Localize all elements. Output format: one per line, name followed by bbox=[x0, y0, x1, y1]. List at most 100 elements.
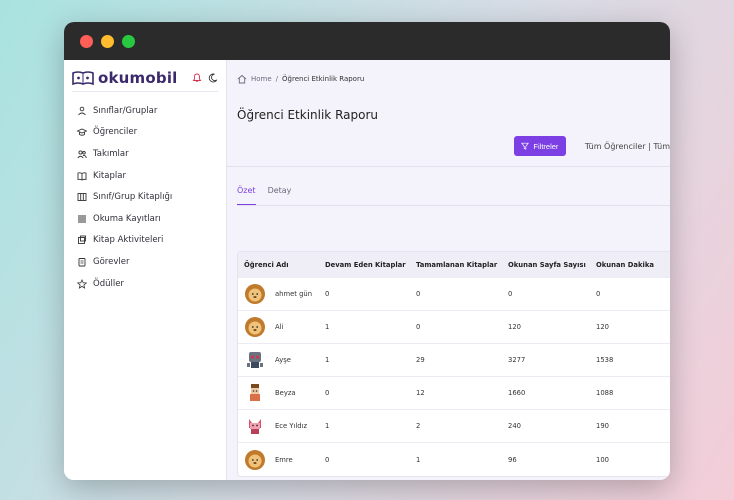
pages-read-value: 96 bbox=[508, 455, 517, 464]
ongoing-books-value: 1 bbox=[325, 422, 330, 430]
report-toolbar: Filtreler Tüm Öğrenciler | Tüm bbox=[237, 136, 670, 156]
tabs-underline bbox=[237, 205, 670, 206]
main-content: Home / Öğrenci Etkinlik Raporu Öğrenci E… bbox=[227, 60, 670, 480]
table-row[interactable]: Beyza 0 12 1660 1088 bbox=[238, 377, 670, 410]
filter-icon bbox=[521, 142, 530, 150]
ongoing-books-value: 0 bbox=[325, 290, 330, 298]
maximize-window-button[interactable] bbox=[122, 34, 135, 48]
graduation-cap-icon bbox=[77, 128, 87, 137]
app-window: okumobil Sınıflar/Gruplar Öğrenciler Tak… bbox=[64, 22, 670, 480]
completed-books-value: 1 bbox=[416, 455, 421, 464]
table-row[interactable]: Ayşe 1 29 3277 1538 bbox=[238, 344, 670, 377]
tab-summary[interactable]: Özet bbox=[237, 183, 256, 205]
pages-read-value: 1660 bbox=[508, 389, 526, 397]
breadcrumb-separator: / bbox=[275, 75, 279, 83]
report-tabs: Özet Detay bbox=[237, 183, 670, 205]
ongoing-books-value: 0 bbox=[325, 389, 330, 397]
student-name[interactable]: Ali bbox=[275, 323, 283, 331]
filter-scope-text: Tüm Öğrenciler | Tüm bbox=[584, 141, 670, 151]
completed-books-value: 12 bbox=[416, 389, 425, 397]
student-name[interactable]: ahmet gün bbox=[275, 290, 312, 298]
sidebar-item-books[interactable]: Kitaplar bbox=[72, 165, 218, 187]
completed-books-value: 0 bbox=[416, 323, 421, 331]
table-row[interactable]: Emre 0 1 96 100 bbox=[238, 443, 670, 476]
sidebar-item-label: Görevler bbox=[93, 256, 130, 267]
moon-icon[interactable] bbox=[208, 73, 218, 83]
lion-avatar-icon bbox=[245, 317, 265, 337]
filters-button[interactable]: Filtreler bbox=[514, 136, 566, 156]
bell-icon[interactable] bbox=[192, 73, 202, 83]
list-icon bbox=[78, 215, 86, 223]
sidebar-item-label: Okuma Kayıtları bbox=[93, 213, 161, 224]
completed-books-value: 0 bbox=[416, 290, 421, 298]
kid-avatar-icon bbox=[250, 384, 260, 401]
minutes-read-value: 1538 bbox=[596, 356, 614, 364]
student-activity-table: Öğrenci Adı Devam Eden Kitaplar Tamamlan… bbox=[237, 251, 670, 477]
sidebar-item-students[interactable]: Öğrenciler bbox=[72, 122, 218, 144]
sidebar-item-classes[interactable]: Sınıflar/Gruplar bbox=[72, 100, 218, 122]
sidebar-item-rewards[interactable]: Ödüller bbox=[72, 273, 218, 295]
sidebar: okumobil Sınıflar/Gruplar Öğrenciler Tak… bbox=[64, 60, 227, 480]
completed-books-value: 29 bbox=[416, 356, 425, 364]
sidebar-item-label: Kitap Aktiviteleri bbox=[93, 235, 164, 246]
student-name[interactable]: Beyza bbox=[275, 389, 296, 397]
pages-read-value: 3277 bbox=[508, 356, 526, 364]
table-row[interactable]: Ece Yıldız 1 2 240 190 bbox=[238, 410, 670, 443]
sidebar-item-class-library[interactable]: Sınıf/Grup Kitaplığı bbox=[72, 186, 218, 208]
library-icon bbox=[77, 193, 87, 202]
sidebar-item-tasks[interactable]: Görevler bbox=[72, 251, 218, 273]
table-header-row: Öğrenci Adı Devam Eden Kitaplar Tamamlan… bbox=[238, 252, 670, 278]
page-title: Öğrenci Etkinlik Raporu bbox=[237, 108, 378, 122]
pages-read-value: 0 bbox=[508, 290, 513, 298]
robot-avatar-icon bbox=[247, 352, 263, 368]
tab-detail[interactable]: Detay bbox=[268, 183, 292, 205]
table-row[interactable]: ahmet gün 0 0 0 0 bbox=[238, 278, 670, 311]
classes-icon bbox=[78, 106, 86, 116]
sidebar-item-reading-logs[interactable]: Okuma Kayıtları bbox=[72, 208, 218, 230]
sidebar-item-label: Sınıflar/Gruplar bbox=[93, 105, 158, 116]
breadcrumb: Home / Öğrenci Etkinlik Raporu bbox=[237, 68, 670, 90]
sidebar-item-teams[interactable]: Takımlar bbox=[72, 143, 218, 165]
table-row[interactable]: Ali 1 0 120 120 bbox=[238, 311, 670, 344]
tasks-icon bbox=[78, 258, 86, 267]
sidebar-item-label: Ödüller bbox=[93, 278, 124, 289]
sidebar-item-label: Öğrenciler bbox=[93, 127, 138, 138]
sidebar-item-label: Takımlar bbox=[93, 148, 129, 159]
column-header-minutes-read[interactable]: Okunan Dakika bbox=[596, 261, 666, 269]
puzzle-icon bbox=[78, 235, 86, 245]
column-header-pages-read[interactable]: Okunan Sayfa Sayısı bbox=[508, 261, 596, 269]
student-name[interactable]: Ayşe bbox=[275, 356, 291, 364]
users-icon bbox=[77, 150, 87, 159]
sidebar-item-label: Sınıf/Grup Kitaplığı bbox=[93, 192, 173, 203]
minimize-window-button[interactable] bbox=[101, 34, 114, 48]
breadcrumb-current: Öğrenci Etkinlik Raporu bbox=[282, 75, 365, 83]
minutes-read-value: 190 bbox=[596, 422, 609, 430]
cat-avatar-icon bbox=[249, 419, 261, 434]
breadcrumb-home-link[interactable]: Home bbox=[251, 75, 272, 83]
minutes-read-value: 100 bbox=[596, 455, 609, 464]
column-header-ongoing-books[interactable]: Devam Eden Kitaplar bbox=[325, 261, 416, 269]
minutes-read-value: 0 bbox=[596, 290, 601, 298]
brand-name: okumobil bbox=[98, 68, 178, 87]
minutes-read-value: 120 bbox=[596, 323, 609, 331]
ongoing-books-value: 1 bbox=[325, 323, 330, 331]
student-name[interactable]: Ece Yıldız bbox=[275, 422, 307, 430]
filters-button-label: Filtreler bbox=[533, 141, 559, 151]
column-header-student-name[interactable]: Öğrenci Adı bbox=[238, 261, 325, 269]
student-name[interactable]: Emre bbox=[275, 456, 293, 464]
pages-read-value: 120 bbox=[508, 323, 521, 331]
brand-header: okumobil bbox=[72, 68, 218, 92]
column-header-completed-books[interactable]: Tamamlanan Kitaplar bbox=[416, 261, 508, 269]
ongoing-books-value: 1 bbox=[325, 356, 330, 364]
home-icon[interactable] bbox=[237, 74, 247, 84]
completed-books-value: 2 bbox=[416, 422, 421, 430]
sidebar-item-label: Kitaplar bbox=[93, 170, 126, 181]
window-titlebar bbox=[64, 22, 670, 60]
sidebar-item-book-activities[interactable]: Kitap Aktiviteleri bbox=[72, 230, 218, 252]
close-window-button[interactable] bbox=[80, 34, 93, 48]
star-icon bbox=[77, 278, 87, 289]
book-logo-icon bbox=[72, 70, 94, 85]
toolbar-divider bbox=[227, 166, 670, 167]
ongoing-books-value: 0 bbox=[325, 455, 330, 464]
open-book-icon bbox=[77, 171, 87, 181]
